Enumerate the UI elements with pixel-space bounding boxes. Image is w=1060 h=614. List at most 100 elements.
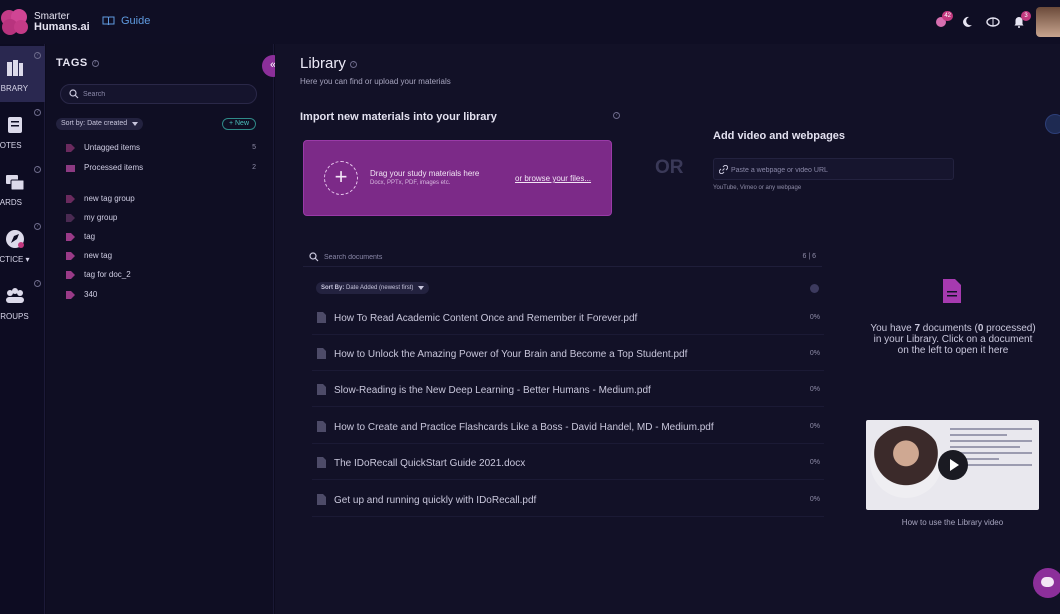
document-icon	[317, 384, 326, 395]
help-icon[interactable]: ?	[91, 59, 99, 67]
tag-icon	[66, 233, 75, 241]
empty-mid: documents (	[920, 323, 978, 334]
document-icon	[943, 279, 961, 303]
new-tag-label: + New	[228, 120, 250, 127]
document-name: Slow-Reading is the New Deep Learning - …	[334, 385, 651, 396]
video-caption: How to use the Library video	[901, 518, 1004, 527]
upload-dropzone[interactable]: + Drag your study materials here Docx, P…	[303, 140, 612, 216]
chevron-down-icon	[418, 286, 425, 290]
tag-icon	[66, 214, 75, 222]
tag-item[interactable]: tag	[66, 230, 256, 244]
tag-item[interactable]: new tag	[66, 249, 256, 263]
document-progress: 0%	[809, 459, 820, 466]
tag-item-untagged[interactable]: Untagged items 5	[66, 141, 256, 155]
tag-sort-dropdown[interactable]: Sort by: Date created	[56, 118, 144, 130]
document-row[interactable]: How to Create and Practice Flashcards Li…	[312, 410, 824, 444]
tag-label: Untagged items	[84, 143, 141, 152]
document-name: How to Create and Practice Flashcards Li…	[334, 422, 714, 433]
notifications-button[interactable]: 3	[1006, 11, 1032, 33]
url-hint: YouTube, Vimeo or any webpage	[713, 185, 802, 191]
help-icon[interactable]: ?	[34, 280, 41, 287]
brand-name[interactable]: Smarter Humans.ai	[34, 12, 90, 33]
tutorial-video[interactable]	[866, 420, 1039, 510]
document-progress: 0%	[809, 350, 820, 357]
tag-item[interactable]: tag for doc_2	[66, 268, 256, 282]
tag-icon	[66, 291, 75, 299]
tag-label: 340	[84, 290, 98, 299]
tag-label: new tag group	[84, 194, 135, 203]
scroll-up-button[interactable]	[1045, 114, 1060, 134]
guide-link[interactable]: Guide	[102, 15, 150, 27]
document-name: Get up and running quickly with IDoRecal…	[334, 495, 537, 506]
page-title-text: Library	[300, 55, 346, 72]
url-input[interactable]	[731, 164, 941, 176]
document-row[interactable]: Slow-Reading is the New Deep Learning - …	[312, 373, 824, 407]
import-title: Import new materials into your library	[300, 111, 497, 123]
help-icon[interactable]: ?	[34, 52, 41, 59]
help-icon[interactable]: ?	[34, 223, 41, 230]
new-tag-button[interactable]: + New	[222, 118, 256, 130]
sort-order-icon[interactable]	[810, 284, 819, 293]
tags-title: TAGS?	[56, 57, 99, 69]
document-row[interactable]: How To Read Academic Content Once and Re…	[312, 301, 824, 335]
document-row[interactable]: Get up and running quickly with IDoRecal…	[312, 483, 824, 517]
document-progress: 0%	[809, 496, 820, 503]
rail-item-cards[interactable]: CARDS ?	[0, 160, 45, 216]
play-icon[interactable]	[938, 450, 968, 480]
plus-icon: +	[324, 161, 358, 195]
tag-search-box	[60, 84, 257, 104]
document-search-input[interactable]	[324, 251, 624, 263]
document-icon	[317, 421, 326, 432]
tag-label: new tag	[84, 251, 113, 260]
credits-badge: 42	[942, 11, 953, 21]
tag-search-input[interactable]	[83, 88, 243, 100]
document-count: 6 | 6	[802, 253, 817, 260]
or-divider: OR	[655, 157, 684, 178]
document-sort-dropdown[interactable]: Sort By: Date Added (newest first)	[316, 282, 430, 294]
document-icon	[317, 312, 326, 323]
help-icon[interactable]: ?	[349, 60, 357, 68]
url-field	[713, 158, 954, 180]
dropzone-hint: Docx, PPTx, PDF, images etc.	[370, 180, 451, 186]
sort-prefix: Sort By:	[321, 285, 345, 291]
tag-item[interactable]: 340	[66, 288, 256, 302]
document-progress: 0%	[809, 314, 820, 321]
video-thumbnail	[870, 426, 942, 498]
tag-count: 2	[252, 164, 256, 171]
guide-label: Guide	[121, 15, 151, 27]
document-row[interactable]: How to Unlock the Amazing Power of Your …	[312, 337, 824, 371]
theme-toggle-button[interactable]	[954, 11, 980, 33]
rail-item-groups[interactable]: GROUPS ?	[0, 274, 45, 330]
brain-logo-icon[interactable]	[0, 8, 30, 36]
rail-item-practice[interactable]: ACTICE ▾ ?	[0, 217, 45, 273]
tag-icon	[66, 144, 75, 152]
avatar[interactable]	[1036, 7, 1060, 37]
brain-icon	[986, 17, 1000, 27]
document-row[interactable]: The IDoRecall QuickStart Guide 2021.docx…	[312, 446, 824, 480]
rail-item-notes[interactable]: NOTES ?	[0, 103, 45, 159]
sort-value: Date Added (newest first)	[346, 285, 414, 291]
document-progress: 0%	[809, 423, 820, 430]
chat-icon[interactable]	[1033, 568, 1060, 598]
tag-item[interactable]: my group	[66, 211, 256, 225]
tags-panel: TAGS? Sort by: Date created + New Untagg…	[46, 44, 274, 614]
dropzone-title: Drag your study materials here	[370, 169, 480, 178]
tag-sort-label: Sort by: Date created	[61, 120, 128, 127]
help-icon[interactable]: ?	[34, 109, 41, 116]
rail-item-library[interactable]: LIBRARY ?	[0, 46, 45, 102]
folder-icon	[66, 165, 75, 172]
help-icon[interactable]: ?	[613, 112, 620, 119]
tag-icon	[66, 271, 75, 279]
tag-item-processed[interactable]: Processed items 2	[66, 161, 256, 175]
brain-button[interactable]	[980, 11, 1006, 33]
page-subtitle: Here you can find or upload your materia…	[300, 77, 451, 86]
tag-label: tag for doc_2	[84, 270, 131, 279]
tags-title-text: TAGS	[56, 57, 88, 69]
rail-label-library: LIBRARY	[0, 84, 29, 93]
credits-button[interactable]: 42	[928, 11, 954, 33]
top-bar: Smarter Humans.ai Guide 42 3	[0, 0, 1060, 44]
browse-files-link[interactable]: or browse your files...	[515, 174, 591, 183]
empty-state-message: You have 7 documents (0 processed) in yo…	[868, 323, 1038, 356]
help-icon[interactable]: ?	[34, 166, 41, 173]
tag-item[interactable]: new tag group	[66, 192, 256, 206]
